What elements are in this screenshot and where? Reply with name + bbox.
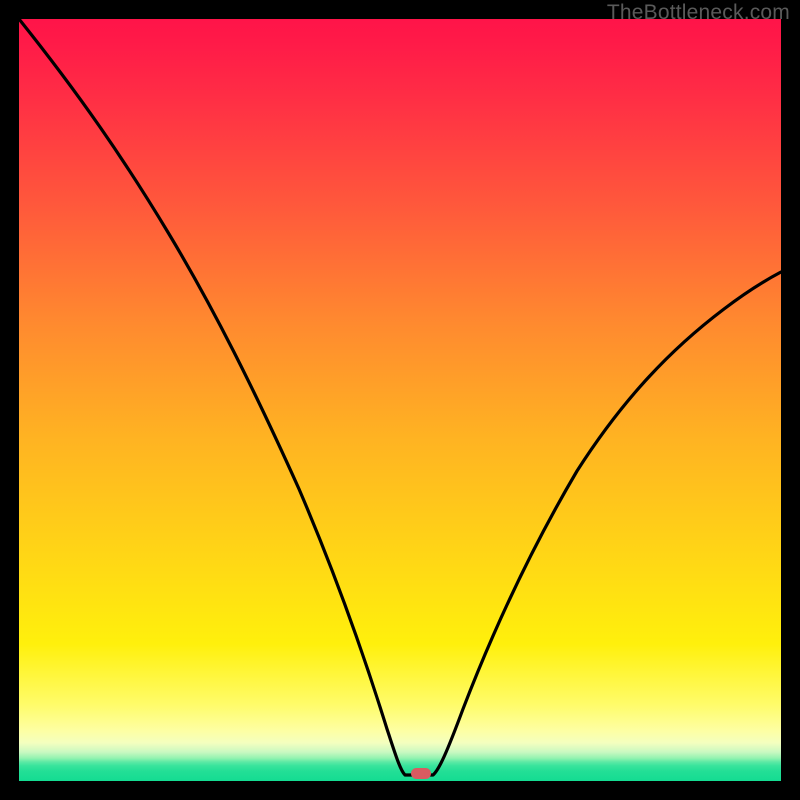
attribution-text: TheBottleneck.com [607, 1, 790, 25]
curve-path [19, 19, 781, 775]
optimal-marker [411, 768, 431, 779]
bottleneck-curve [19, 19, 781, 781]
plot-area [19, 19, 781, 781]
chart-frame: TheBottleneck.com [0, 0, 800, 800]
